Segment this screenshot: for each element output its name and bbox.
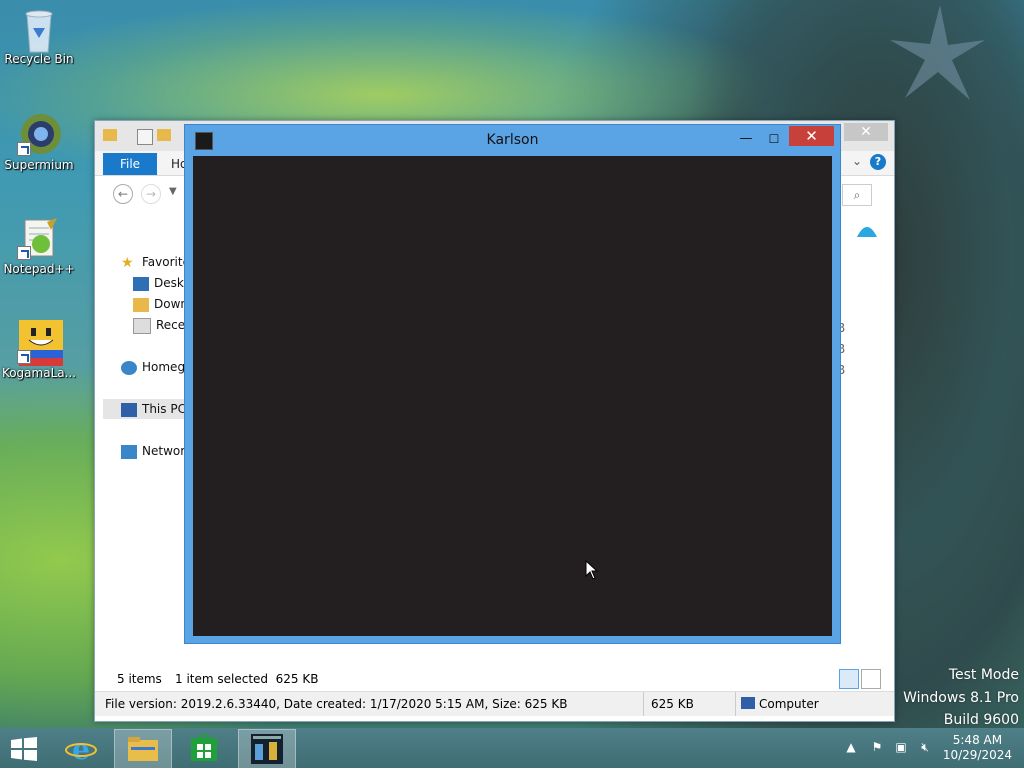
shortcut-arrow-icon: [17, 350, 31, 364]
shortcut-arrow-icon: [17, 142, 31, 156]
star-icon: ★: [121, 254, 134, 271]
taskbar-internet-explorer[interactable]: e: [56, 729, 106, 767]
notepadpp-icon: [17, 216, 61, 260]
taskbar: e ▲ ⚑ ▣ 🔇︎ 5:48 AM 10/29/2024: [0, 728, 1024, 769]
taskbar-karlson[interactable]: [238, 729, 296, 769]
explorer-close-button[interactable]: ✕: [844, 123, 888, 141]
clock-date: 10/29/2024: [942, 748, 1012, 762]
store-icon: [191, 734, 217, 761]
desktop-icon-kogama[interactable]: KogamaLa...: [1, 320, 77, 380]
karlson-app-icon: [251, 734, 283, 764]
selection-info: 1 item selected 625 KB: [175, 672, 319, 686]
sidebar-item-label: Down: [154, 297, 189, 311]
item-count: 5 items: [117, 672, 162, 686]
search-icon[interactable]: ⌕: [842, 184, 872, 206]
clock-time: 5:48 AM: [952, 733, 1003, 747]
game-viewport[interactable]: [193, 156, 832, 636]
maximize-button[interactable]: ☐: [761, 129, 787, 149]
start-button[interactable]: [0, 729, 48, 767]
sidebar-item-label: Favorite: [142, 255, 190, 269]
desktop-icon-supermium[interactable]: Supermium: [1, 112, 77, 172]
shortcut-arrow-icon: [17, 246, 31, 260]
clock[interactable]: 5:48 AM 10/29/2024: [943, 733, 1012, 763]
sidebar-item-favorites[interactable]: ★ Favorite: [121, 252, 190, 272]
start-icon: [11, 737, 37, 761]
kogama-icon: [17, 320, 63, 366]
taskbar-store[interactable]: [178, 729, 230, 767]
sidebar-item-label: Networ: [142, 444, 186, 458]
desktop-icon-notepadpp[interactable]: Notepad++: [1, 216, 77, 276]
large-icons-view-button[interactable]: [861, 669, 881, 689]
explorer-status-bar: 5 items 1 item selected 625 KB: [95, 669, 894, 689]
desktop-icon: [133, 276, 149, 291]
back-button[interactable]: ←: [113, 184, 133, 204]
watermark-line: Windows 8.1 Pro: [903, 689, 1019, 706]
system-tray: ▲ ⚑ ▣ 🔇︎ 5:48 AM 10/29/2024: [844, 728, 1024, 768]
sidebar-item-label: This PC: [142, 402, 186, 416]
desktop-icon-recycle-bin[interactable]: Recycle Bin: [1, 6, 77, 66]
file-size: 625 KB: [651, 697, 694, 711]
sidebar-item-label: Homeg: [142, 360, 186, 374]
sidebar-item-homegroup[interactable]: Homeg: [121, 357, 185, 377]
divider: [643, 692, 644, 716]
watermark-line: Test Mode: [948, 667, 1019, 683]
starfish-wallpaper-detail: [890, 5, 985, 100]
network-icon: [121, 444, 137, 459]
properties-icon[interactable]: [137, 129, 153, 145]
karlson-window[interactable]: Karlson — ☐ ✕: [184, 124, 841, 644]
recent-locations-dropdown[interactable]: ▼: [169, 186, 177, 197]
show-hidden-icons-icon[interactable]: ▲: [844, 740, 858, 754]
network-icon[interactable]: ▣: [894, 740, 908, 754]
supermium-icon: [17, 112, 61, 156]
desktop-icon-label: Notepad++: [3, 262, 75, 276]
desktop-icon-label: KogamaLa...: [1, 366, 77, 380]
computer-icon: [121, 402, 137, 417]
desktop-icon-label: Recycle Bin: [4, 52, 74, 66]
desktop-icon-label: Supermium: [4, 158, 74, 172]
file-explorer-icon: [128, 737, 158, 761]
details-view-button[interactable]: [839, 669, 859, 689]
karlson-title-bar[interactable]: Karlson — ☐ ✕: [185, 125, 840, 155]
new-folder-icon[interactable]: [157, 129, 171, 141]
sidebar-item-network[interactable]: Networ: [121, 441, 185, 461]
details-bar: File version: 2019.2.6.33440, Date creat…: [95, 691, 894, 716]
close-button[interactable]: ✕: [789, 126, 834, 146]
recycle-bin-icon: [17, 6, 61, 53]
taskbar-file-explorer[interactable]: [114, 729, 172, 769]
downloads-icon: [133, 297, 149, 312]
tab-file[interactable]: File: [103, 153, 157, 175]
sidebar-item-downloads[interactable]: Down: [133, 294, 188, 314]
chevron-down-icon[interactable]: ⌄: [852, 154, 862, 168]
help-icon[interactable]: ?: [870, 154, 886, 170]
watermark-line: Build 9600: [943, 712, 1019, 728]
computer-icon: [741, 697, 755, 709]
divider: [735, 692, 736, 716]
sidebar-item-desktop[interactable]: Deskt: [133, 273, 189, 293]
forward-button[interactable]: →: [141, 184, 161, 204]
internet-explorer-icon: e: [65, 733, 97, 765]
svg-text:e: e: [72, 733, 90, 765]
folder-icon: [103, 129, 117, 141]
recent-icon: [133, 317, 151, 334]
homegroup-icon: [121, 360, 137, 375]
test-mode-watermark: Test Mode Windows 8.1 Pro Build 9600: [903, 664, 1019, 728]
location-label: Computer: [759, 697, 819, 711]
mouse-cursor-icon: [585, 560, 599, 580]
volume-muted-icon[interactable]: 🔇︎: [918, 740, 932, 754]
action-center-flag-icon[interactable]: ⚑: [870, 740, 884, 754]
minimize-button[interactable]: —: [733, 129, 759, 149]
ribbon-app-icon: [855, 217, 879, 239]
file-version-info: File version: 2019.2.6.33440, Date creat…: [105, 697, 568, 711]
